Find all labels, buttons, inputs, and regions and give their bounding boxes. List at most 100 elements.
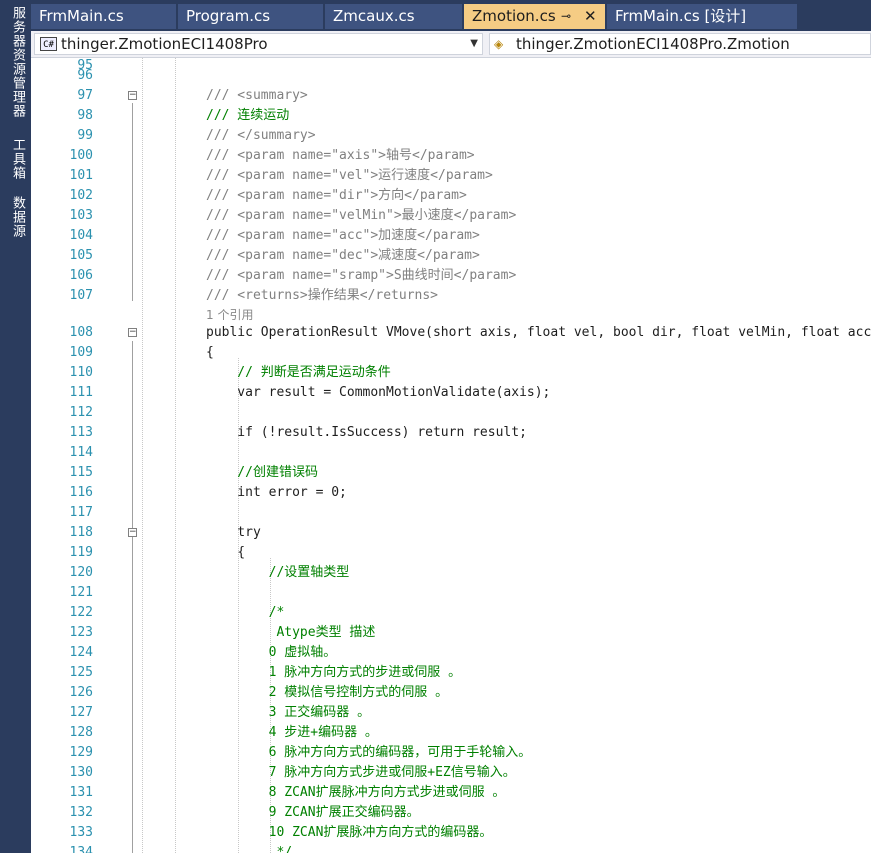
code-line: 96 (31, 66, 871, 86)
class-path: thinger.ZmotionECI1408Pro.Zmotion (516, 35, 790, 53)
code-line: 107 /// <returns>操作结果</returns> (31, 286, 871, 306)
pin-icon[interactable]: ⊸ (561, 4, 571, 29)
project-dropdown[interactable]: C# thinger.ZmotionECI1408Pro ▼ (34, 33, 483, 55)
code-line: 123 Atype类型 描述 (31, 623, 871, 643)
side-tab-toolbox[interactable]: 工具箱 (3, 138, 25, 180)
line-number: 96 (77, 68, 93, 83)
code-line: 113 if (!result.IsSuccess) return result… (31, 423, 871, 443)
code-line: 99 /// </summary> (31, 126, 871, 146)
close-icon[interactable]: ✕ (584, 4, 597, 29)
tab-frmmain-cs[interactable]: FrmMain.cs (31, 4, 176, 29)
code-line: 108 − public OperationResult VMove(short a… (31, 323, 871, 343)
code-line: 127 3 正交编码器 。 (31, 703, 871, 723)
side-tab-data-sources[interactable]: 数据源 (3, 196, 25, 238)
line-number: 98 (77, 108, 93, 123)
line-number: 127 (69, 705, 93, 720)
code-line: 97 − /// <summary> (31, 86, 871, 106)
tab-program-cs[interactable]: Program.cs (178, 4, 323, 29)
code-editor[interactable]: 1 个引用 95 96 97−/// <summary> 98/// 连续运动 … (31, 58, 871, 853)
line-number: 129 (69, 745, 93, 760)
line-number: 126 (69, 685, 93, 700)
line-number: 112 (69, 405, 93, 420)
side-tab-server-explorer[interactable]: 服务器资源管理器 (3, 6, 25, 118)
tab-label: Zmotion.cs (472, 7, 556, 25)
code-line: 132 9 ZCAN扩展正交编码器。 (31, 803, 871, 823)
line-number: 131 (69, 785, 93, 800)
collapse-icon[interactable]: − (128, 91, 137, 100)
code-text: //创建错误码 (206, 465, 318, 480)
line-number: 117 (69, 505, 93, 520)
code-text: 2 模拟信号控制方式的伺服 。 (206, 685, 449, 700)
line-number: 134 (69, 845, 93, 853)
code-line: 102 /// <param name="dir">方向</param> (31, 186, 871, 206)
code-text: 1 脉冲方向方式的步进或伺服 。 (206, 665, 462, 680)
tab-label: FrmMain.cs (39, 7, 124, 25)
code-text: */ (206, 845, 293, 853)
code-line: 112 (31, 403, 871, 423)
code-line: 109 { (31, 343, 871, 363)
code-line: 130 7 脉冲方向方式步进或伺服+EZ信号输入。 (31, 763, 871, 783)
tab-zmotion-cs[interactable]: Zmotion.cs ⊸ ✕ (464, 4, 605, 29)
code-line: 120 //设置轴类型 (31, 563, 871, 583)
tab-label: Zmcaux.cs (333, 7, 415, 25)
code-line: 111 var result = CommonMotionValidate(ax… (31, 383, 871, 403)
code-text: Atype类型 描述 (206, 625, 376, 640)
line-number: 99 (77, 128, 93, 143)
tab-frmmain-designer[interactable]: FrmMain.cs [设计] (607, 4, 797, 29)
code-text: /// <summary> (206, 88, 308, 103)
code-text: public OperationResult VMove(short axis,… (206, 325, 871, 340)
code-line: 117 (31, 503, 871, 523)
line-number: 104 (69, 228, 93, 243)
code-line: 100 /// <param name="axis">轴号</param> (31, 146, 871, 166)
code-line: 106 /// <param name="sramp">S曲线时间</param> (31, 266, 871, 286)
line-number: 119 (69, 545, 93, 560)
code-line: 114 (31, 443, 871, 463)
code-line: 119 { (31, 543, 871, 563)
line-number: 125 (69, 665, 93, 680)
code-line: 115 //创建错误码 (31, 463, 871, 483)
line-number: 103 (69, 208, 93, 223)
line-number: 116 (69, 485, 93, 500)
line-number: 130 (69, 765, 93, 780)
tab-label: FrmMain.cs [设计] (615, 7, 747, 25)
code-text: /// <param name="acc">加速度</param> (206, 228, 480, 243)
side-panel: 服务器资源管理器 工具箱 数据源 (0, 0, 31, 853)
tab-zmcaux-cs[interactable]: Zmcaux.cs (325, 4, 462, 29)
collapse-icon[interactable]: − (128, 328, 137, 337)
code-text: /// </summary> (206, 128, 316, 143)
code-line: 125 1 脉冲方向方式的步进或伺服 。 (31, 663, 871, 683)
code-text: 6 脉冲方向方式的编码器，可用于手轮输入。 (206, 745, 532, 760)
line-number: 121 (69, 585, 93, 600)
code-line: 116 int error = 0; (31, 483, 871, 503)
code-line: 105 /// <param name="dec">减速度</param> (31, 246, 871, 266)
line-number: 123 (69, 625, 93, 640)
line-number: 108 (69, 325, 93, 340)
code-text: 0 虚拟轴。 (206, 645, 337, 660)
code-text: /// <param name="axis">轴号</param> (206, 148, 475, 163)
line-number: 132 (69, 805, 93, 820)
line-number: 107 (69, 288, 93, 303)
code-line: 101 /// <param name="vel">运行速度</param> (31, 166, 871, 186)
code-line: 124 0 虚拟轴。 (31, 643, 871, 663)
codelens-references[interactable]: 1 个引用 (206, 306, 253, 324)
collapse-icon[interactable]: − (128, 528, 137, 537)
code-text: if (!result.IsSuccess) return result; (206, 425, 527, 440)
code-line: 103 /// <param name="velMin">最小速度</param> (31, 206, 871, 226)
code-line: 122 /* (31, 603, 871, 623)
code-line: 104 /// <param name="acc">加速度</param> (31, 226, 871, 246)
code-text: 4 步进+编码器 。 (206, 725, 378, 740)
line-number: 122 (69, 605, 93, 620)
code-line: 110 // 判断是否满足运动条件 (31, 363, 871, 383)
code-text: /* (206, 605, 285, 620)
code-line: 128 4 步进+编码器 。 (31, 723, 871, 743)
line-number: 110 (69, 365, 93, 380)
code-text: // 判断是否满足运动条件 (206, 365, 391, 380)
line-number: 124 (69, 645, 93, 660)
class-dropdown[interactable]: ◈ thinger.ZmotionECI1408Pro.Zmotion (489, 33, 871, 55)
code-text: 8 ZCAN扩展脉冲方向方式步进或伺服 。 (206, 785, 506, 800)
project-name: thinger.ZmotionECI1408Pro (61, 35, 268, 53)
navigation-bar: C# thinger.ZmotionECI1408Pro ▼ ◈ thinger… (31, 31, 871, 58)
code-line: 118 − try (31, 523, 871, 543)
code-text: /// <param name="vel">运行速度</param> (206, 168, 493, 183)
code-text: try (206, 525, 261, 540)
